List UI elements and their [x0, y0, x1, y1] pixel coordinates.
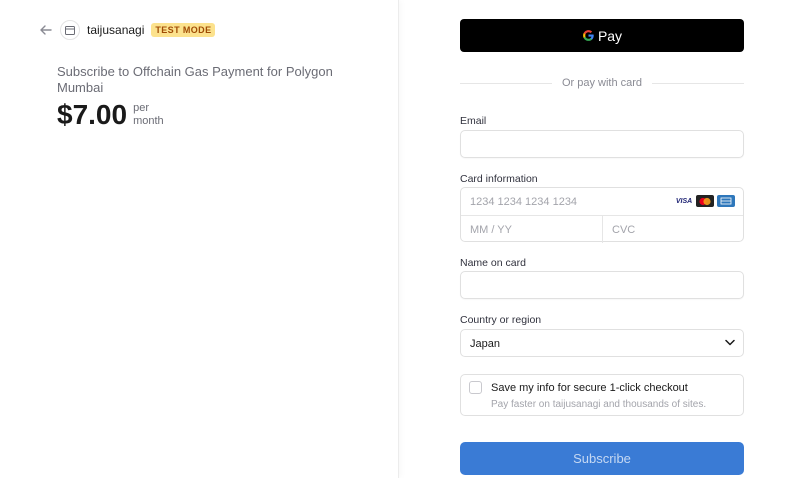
subscribe-button[interactable]: Subscribe: [460, 442, 744, 475]
google-g-icon: [583, 30, 594, 41]
order-summary-panel: taijusanagi TEST MODE Subscribe to Offch…: [0, 0, 399, 478]
card-info-group: 1234 1234 1234 1234 VISA MM / YY CVC: [460, 187, 745, 243]
name-on-card-field[interactable]: [460, 271, 744, 299]
merchant-header: taijusanagi TEST MODE: [38, 20, 216, 40]
chevron-down-icon: [725, 339, 735, 346]
visa-logo-text: VISA: [675, 197, 693, 205]
billing-period-line2: month: [133, 115, 164, 127]
price-amount: $7.00: [57, 99, 128, 130]
test-mode-badge: TEST MODE: [151, 23, 216, 37]
country-selected-value: Japan: [470, 338, 500, 350]
amex-icon: [717, 195, 735, 207]
country-label: Country or region: [460, 314, 542, 326]
expiry-input[interactable]: MM / YY: [461, 216, 602, 243]
cvc-input[interactable]: CVC: [603, 216, 745, 243]
card-number-placeholder: 1234 1234 1234 1234: [470, 196, 578, 208]
divider-text: Or pay with card: [561, 77, 643, 89]
card-brands: VISA: [675, 195, 735, 207]
payment-form: Pay Or pay with card Email Card informat…: [400, 0, 806, 478]
arrow-left-icon: [40, 25, 52, 35]
visa-icon: VISA: [675, 195, 693, 207]
email-field[interactable]: [460, 130, 744, 158]
merchant-name: taijusanagi: [87, 23, 145, 37]
save-info-title: Save my info for secure 1-click checkout: [491, 382, 688, 394]
email-label: Email: [460, 115, 487, 127]
divider-line-right: [652, 82, 744, 84]
name-on-card-label: Name on card: [460, 257, 526, 269]
google-pay-label: Pay: [597, 27, 623, 44]
or-divider: Or pay with card: [460, 75, 744, 91]
expiry-placeholder: MM / YY: [470, 224, 512, 236]
divider-line-left: [460, 82, 552, 84]
mastercard-icon: [696, 195, 714, 207]
store-icon: [60, 20, 80, 40]
country-select[interactable]: Japan: [460, 329, 744, 357]
save-info-box: Save my info for secure 1-click checkout…: [460, 374, 744, 416]
google-pay-button[interactable]: Pay: [460, 19, 744, 52]
price-row: $7.00 per month: [57, 100, 164, 130]
product-title: Subscribe to Offchain Gas Payment for Po…: [57, 64, 333, 95]
save-info-subtitle: Pay faster on taijusanagi and thousands …: [491, 399, 707, 410]
card-info-label: Card information: [460, 173, 538, 185]
billing-period-line1: per: [133, 102, 149, 114]
save-info-checkbox[interactable]: [469, 381, 482, 394]
back-button[interactable]: [38, 22, 54, 38]
cvc-placeholder: CVC: [612, 224, 636, 236]
subscribe-label: Subscribe: [573, 451, 631, 466]
billing-period: per month: [133, 102, 164, 128]
